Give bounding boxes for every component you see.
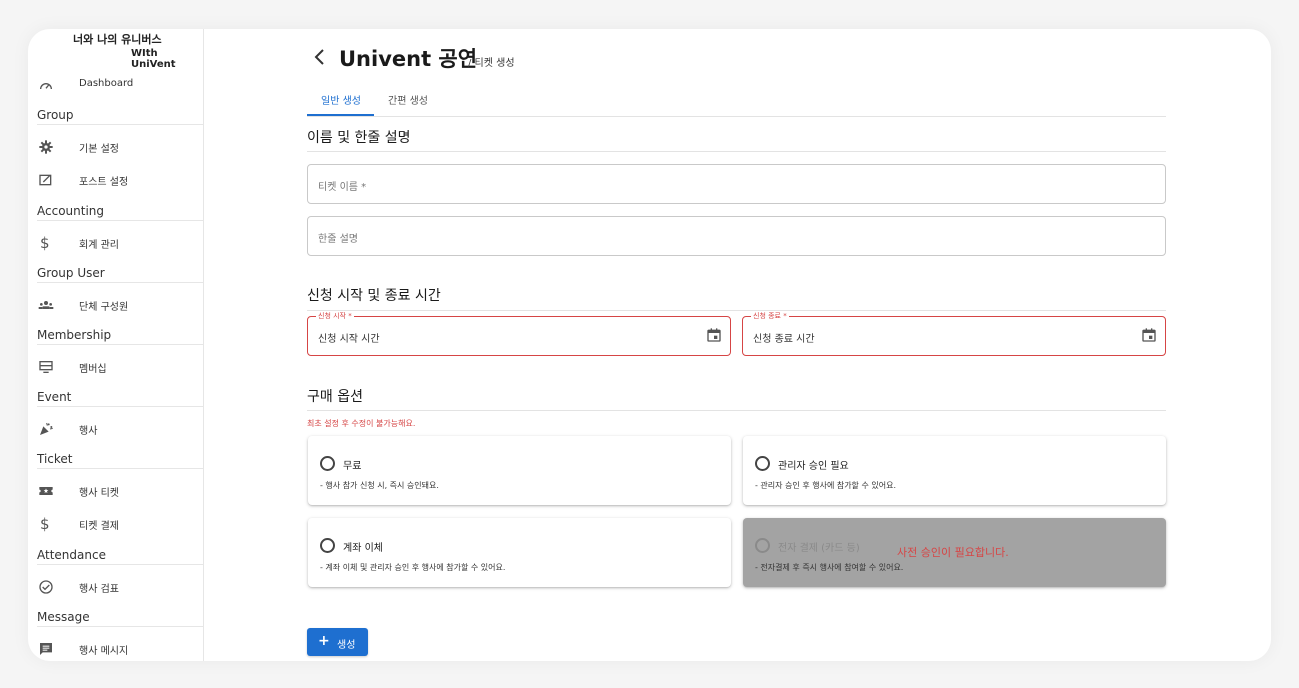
celebration-icon xyxy=(40,422,53,435)
page-subtitle: / 티켓 생성 xyxy=(468,58,515,69)
create-button-label: 생성 xyxy=(337,640,356,651)
sidebar-item-label: Dashboard xyxy=(79,78,134,89)
start-time-value: 신청 시작 시간 xyxy=(318,334,380,345)
option-description: - 행사 참가 신청 시, 즉시 승인돼요. xyxy=(320,481,439,490)
end-time-input[interactable]: 신청 종료 * 신청 종료 시간 xyxy=(742,311,1166,356)
short-description-placeholder: 한줄 설명 xyxy=(318,234,358,245)
speedometer-icon xyxy=(40,83,52,90)
sidebar-item-label: 멤버십 xyxy=(79,364,107,375)
section-title-purchase: 구매 옵션 xyxy=(307,389,363,405)
radio-button xyxy=(755,538,770,553)
post-settings-icon xyxy=(39,174,52,186)
section-divider xyxy=(307,310,1166,311)
tab-divider xyxy=(307,116,1166,117)
section-attendance: Attendance xyxy=(37,548,204,565)
option-title: 전자 결제 (카드 등) xyxy=(778,543,860,554)
radio-button[interactable] xyxy=(320,456,335,471)
sidebar-item-label: 행사 xyxy=(79,426,98,437)
brand-title: 너와 나의 유니버스 xyxy=(73,33,162,46)
sidebar-item-basic-settings[interactable]: 기본 설정 xyxy=(28,133,204,161)
sidebar-item-label: 단체 구성원 xyxy=(79,302,129,313)
section-group: Group xyxy=(37,108,204,125)
option-bank-transfer[interactable]: 계좌 이체 - 계좌 이체 및 관리자 승인 후 행사에 참가할 수 있어요. xyxy=(308,518,731,587)
sidebar-item-label: 포스트 설정 xyxy=(79,177,129,188)
dollar-icon: $ xyxy=(40,234,50,252)
check-circle-icon xyxy=(39,580,53,594)
section-divider xyxy=(307,151,1166,152)
calendar-icon[interactable] xyxy=(706,327,722,343)
option-description: - 전자결제 후 즉시 행사에 참여할 수 있어요. xyxy=(755,563,904,572)
section-ticket: Ticket xyxy=(37,452,204,469)
end-time-label: 신청 종료 * xyxy=(751,311,789,321)
tab-simple-create[interactable]: 간편 생성 xyxy=(388,92,428,107)
group-icon xyxy=(38,301,54,309)
section-message: Message xyxy=(37,610,204,627)
section-accounting: Accounting xyxy=(37,204,204,221)
option-admin-approval[interactable]: 관리자 승인 필요 - 관리자 승인 후 행사에 참가할 수 있어요. xyxy=(743,436,1166,505)
brand-subtitle: WIth UniVent xyxy=(131,48,176,70)
section-event: Event xyxy=(37,390,204,407)
sidebar-item-label: 티켓 결제 xyxy=(79,521,119,532)
sidebar-item-event[interactable]: 행사 xyxy=(28,415,204,443)
sidebar-item-event-ticket[interactable]: 행사 티켓 xyxy=(28,477,204,505)
radio-button[interactable] xyxy=(755,456,770,471)
dollar-icon: $ xyxy=(40,515,50,533)
option-description: - 관리자 승인 후 행사에 참가할 수 있어요. xyxy=(755,481,896,490)
create-button[interactable]: + 생성 xyxy=(307,628,368,656)
sidebar-item-label: 행사 메시지 xyxy=(79,646,129,657)
sidebar-item-label: 행사 검표 xyxy=(79,584,119,595)
option-free[interactable]: 무료 - 행사 참가 신청 시, 즉시 승인돼요. xyxy=(308,436,731,505)
calendar-icon[interactable] xyxy=(1141,327,1157,343)
section-membership: Membership xyxy=(37,328,204,345)
start-time-input[interactable]: 신청 시작 * 신청 시작 시간 xyxy=(307,311,731,356)
section-title-name: 이름 및 한줄 설명 xyxy=(307,130,411,146)
radio-button[interactable] xyxy=(320,538,335,553)
ticket-name-input[interactable]: 티켓 이름 * xyxy=(307,164,1166,204)
start-time-label: 신청 시작 * xyxy=(316,311,354,321)
section-divider xyxy=(307,410,1166,411)
sidebar-item-event-check[interactable]: 행사 검표 xyxy=(28,573,204,601)
sidebar: 너와 나의 유니버스 WIth UniVent Dashboard Group … xyxy=(28,29,204,661)
end-time-value: 신청 종료 시간 xyxy=(753,334,815,345)
tab-general-create[interactable]: 일반 생성 xyxy=(321,92,361,107)
sidebar-item-group-members[interactable]: 단체 구성원 xyxy=(28,291,204,319)
plus-icon: + xyxy=(318,633,330,649)
sidebar-item-accounting[interactable]: $ 회계 관리 xyxy=(28,229,204,257)
back-arrow-icon[interactable] xyxy=(312,47,328,67)
section-title-period: 신청 시작 및 종료 시간 xyxy=(307,288,441,304)
monitor-icon xyxy=(39,361,53,373)
option-description: - 계좌 이체 및 관리자 승인 후 행사에 참가할 수 있어요. xyxy=(320,563,506,572)
purchase-warning-note: 최초 설정 후 수정이 불가능해요. xyxy=(307,419,416,428)
option-title: 계좌 이체 xyxy=(343,543,383,554)
app-window: 너와 나의 유니버스 WIth UniVent Dashboard Group … xyxy=(28,29,1271,661)
message-icon xyxy=(40,643,52,655)
ticket-name-placeholder: 티켓 이름 * xyxy=(318,182,367,193)
sidebar-item-membership[interactable]: 멤버십 xyxy=(28,353,204,381)
sidebar-item-label: 기본 설정 xyxy=(79,144,119,155)
ticket-icon xyxy=(39,487,53,495)
option-card-payment: 전자 결제 (카드 등) 사전 승인이 필요합니다. - 전자결제 후 즉시 행… xyxy=(743,518,1166,587)
option-title: 관리자 승인 필요 xyxy=(778,461,849,472)
sidebar-item-ticket-payment[interactable]: $ 티켓 결제 xyxy=(28,510,204,538)
option-title: 무료 xyxy=(343,461,362,472)
page-title: Univent 공연 xyxy=(339,47,478,71)
sidebar-item-dashboard[interactable]: Dashboard xyxy=(28,71,204,99)
section-group-user: Group User xyxy=(37,266,204,283)
sidebar-item-post-settings[interactable]: 포스트 설정 xyxy=(28,166,204,194)
sidebar-item-label: 행사 티켓 xyxy=(79,488,119,499)
sidebar-item-label: 회계 관리 xyxy=(79,240,119,251)
sidebar-item-event-message[interactable]: 행사 메시지 xyxy=(28,635,204,661)
gear-icon xyxy=(39,140,53,154)
short-description-input[interactable]: 한줄 설명 xyxy=(307,216,1166,256)
approval-required-warning: 사전 승인이 필요합니다. xyxy=(897,546,1009,559)
